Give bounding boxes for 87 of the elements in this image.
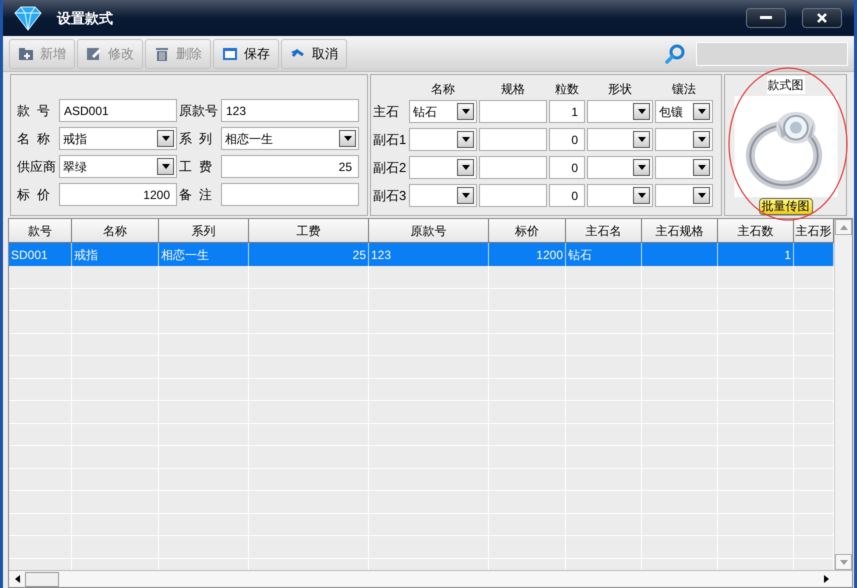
row-label: 副石2 [373,158,407,177]
left-arrow-icon [14,575,20,583]
dropdown-field[interactable] [655,128,713,151]
input-field[interactable]: 0 [549,184,585,207]
upload-images-button[interactable]: 批量传图 [758,198,812,215]
dropdown-field[interactable] [655,156,713,179]
toolbar-button[interactable]: 取消 [281,38,347,68]
column-header[interactable]: 款号 [9,219,72,243]
field-label: 供应商 [17,158,57,176]
input-field[interactable] [479,128,547,151]
input-field[interactable]: 123 [221,99,359,122]
dropdown-field[interactable]: 戒指 [59,127,177,150]
field-label: 系 列 [179,130,214,148]
column-header[interactable]: 工费 [249,219,369,243]
dropdown-field[interactable] [655,184,713,207]
input-field[interactable] [479,156,547,179]
down-arrow-icon [840,560,848,564]
field-label: 名 称 [17,130,52,148]
dropdown-field[interactable]: 翠绿 [59,155,177,178]
close-button[interactable] [802,8,842,28]
column-header[interactable]: 主石规格 [642,219,718,243]
column-header[interactable]: 名称 [72,219,159,243]
dropdown-field[interactable]: 钻石 [409,100,477,123]
row-label: 副石1 [373,130,407,149]
dropdown-field[interactable] [587,128,653,151]
field-label: 款 号 [17,102,52,120]
right-arrow-icon [824,575,828,583]
input-field[interactable]: 25 [221,155,359,178]
table-cell: SD001 [9,243,72,266]
dropdown-field[interactable] [409,128,477,151]
column-label: 规格 [500,83,526,95]
dropdown-field[interactable] [409,156,477,179]
dropdown-field[interactable] [587,184,653,207]
input-field[interactable] [221,183,359,206]
row-label: 主石 [373,102,400,121]
field-label: 标 价 [17,186,52,204]
pencil-icon [86,46,102,62]
toolbar-button[interactable]: 保存 [213,38,279,68]
dropdown-field[interactable] [409,184,477,207]
scroll-thumb[interactable] [25,572,59,586]
minimize-button[interactable] [746,8,786,28]
horizontal-scrollbar[interactable] [9,570,852,587]
row-label: 副石3 [373,186,407,205]
window-title: 设置款式 [57,8,113,28]
column-header[interactable]: 系列 [159,219,249,243]
table-cell: 1200 [489,243,566,266]
column-label: 名称 [430,83,456,95]
folder-plus-icon [18,46,34,62]
field-label: 工 费 [179,158,214,176]
input-field[interactable]: 0 [549,128,585,151]
input-field[interactable]: 1 [549,100,585,123]
scroll-up-button[interactable] [835,219,852,235]
table-cell: 123 [369,243,489,266]
dropdown-field[interactable]: 相恋一生 [221,127,359,150]
input-field[interactable] [479,100,547,123]
field-label: 备 注 [179,186,214,204]
table-cell: 钻石 [566,243,642,266]
column-label: 形状 [607,83,633,95]
table-cell: 相恋一生 [159,243,249,266]
dropdown-field[interactable] [587,100,653,123]
dropdown-field[interactable]: 包镶 [655,100,713,123]
input-field[interactable]: 0 [549,156,585,179]
column-header[interactable]: 原款号 [369,219,489,243]
table-cell: 戒指 [72,243,159,266]
window-icon [222,46,238,62]
image-title: 款式图 [766,76,804,94]
input-field[interactable] [479,184,547,207]
up-arrow-icon [840,224,848,230]
table-cell: 25 [249,243,369,266]
vertical-scrollbar[interactable] [834,219,852,570]
column-label: 粒数 [554,83,580,95]
search-field[interactable] [696,42,848,66]
input-field[interactable]: 1200 [59,183,177,206]
column-header[interactable]: 主石形 [794,219,834,243]
field-label: 原款号 [179,102,219,120]
search-icon[interactable] [664,42,686,64]
minimize-icon [760,16,772,20]
dropdown-field[interactable] [587,156,653,179]
table-row[interactable]: SD001 戒指 相恋一生 25 123 1200 钻石 1 [9,243,834,266]
column-header[interactable]: 主石名 [566,219,642,243]
trash-icon [154,46,170,62]
column-label: 镶法 [671,83,697,95]
table-cell: 1 [718,243,794,266]
close-icon [817,13,827,23]
column-header[interactable]: 主石数 [718,219,794,243]
column-header[interactable]: 标价 [489,219,566,243]
input-field[interactable]: ASD001 [59,99,177,122]
